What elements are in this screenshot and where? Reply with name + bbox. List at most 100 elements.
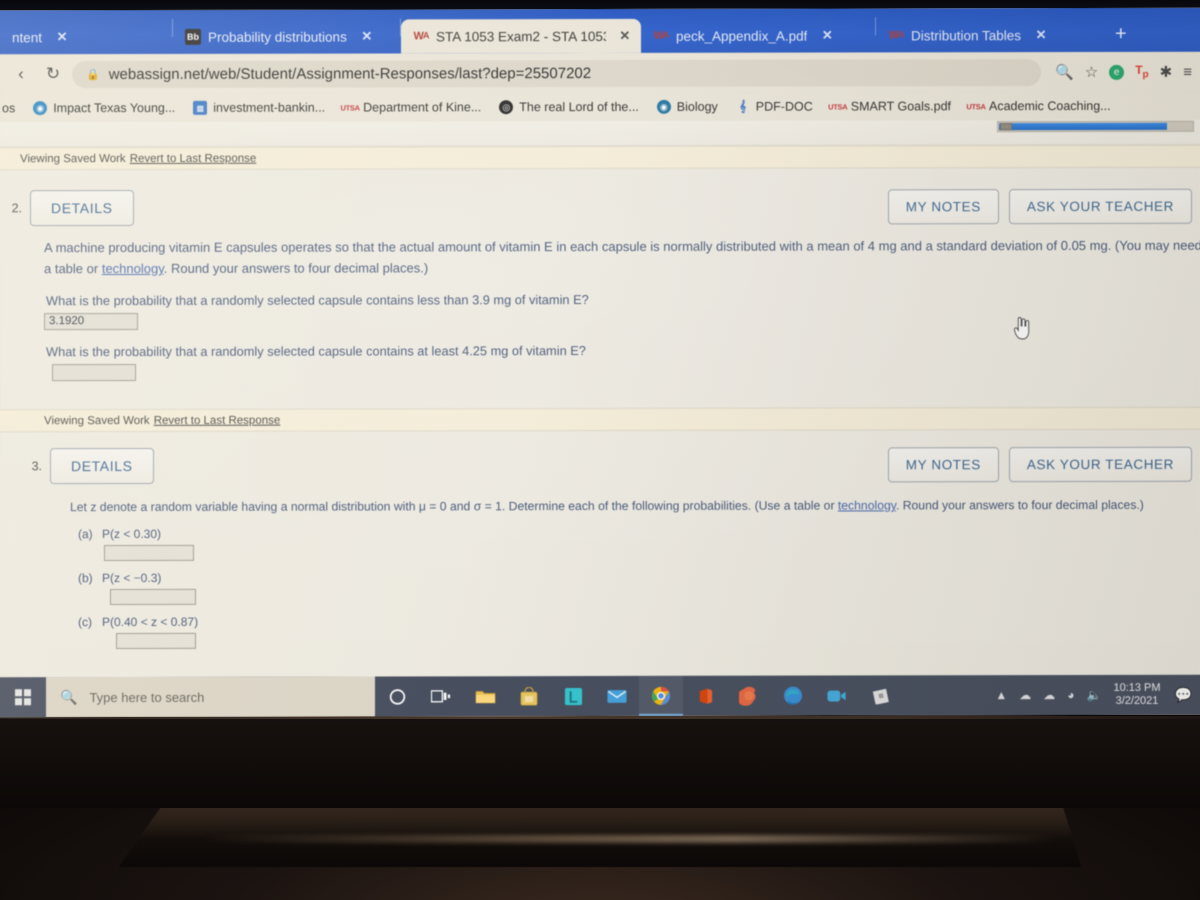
address-bar[interactable]: 🔒 webassign.net/web/Student/Assignment-R… <box>72 58 1042 88</box>
chrome-icon[interactable] <box>639 675 683 716</box>
bookmark-item-2[interactable]: ▩ investment-bankin... <box>184 101 334 115</box>
office-icon[interactable] <box>683 676 727 716</box>
search-input[interactable]: 🔍 Type here to search <box>46 676 375 718</box>
question-3-body: Let z denote a random variable having a … <box>0 482 1200 650</box>
answer-input-3b[interactable] <box>110 589 196 606</box>
browser-tab-2-active[interactable]: WA STA 1053 Exam2 - STA 1053.00 ✕ <box>401 18 641 54</box>
tab-close-icon[interactable]: ✕ <box>55 29 69 45</box>
utsa-icon: UTSA <box>340 103 360 113</box>
wifi-icon[interactable]: ◕ <box>1067 688 1074 702</box>
back-button[interactable]: ‹ <box>8 64 34 84</box>
prompt-post: . Round your answers to four decimal pla… <box>163 260 429 277</box>
firefox-icon[interactable] <box>727 676 771 716</box>
webassign-page: Viewing Saved Work Revert to Last Respon… <box>0 119 1200 705</box>
browser-tab-3[interactable]: WA peck_Appendix_A.pdf ✕ <box>641 18 875 52</box>
start-button[interactable] <box>0 677 46 717</box>
progress-grip[interactable] <box>1000 123 1012 131</box>
details-button[interactable]: DETAILS <box>30 189 134 227</box>
revert-link[interactable]: Revert to Last Response <box>130 152 257 164</box>
reload-button[interactable]: ↻ <box>40 64 66 84</box>
taskbar-clock[interactable]: 10:13 PM 3/2/2021 <box>1113 681 1160 708</box>
webassign-icon: WA <box>413 29 429 42</box>
new-tab-button[interactable]: + <box>1103 23 1139 52</box>
zoom-icon[interactable] <box>815 675 859 715</box>
revert-link[interactable]: Revert to Last Response <box>154 414 281 426</box>
details-button[interactable]: DETAILS <box>50 448 154 485</box>
my-notes-button[interactable]: MY NOTES <box>887 446 999 483</box>
bookmark-item-5[interactable]: ◉ Biology <box>648 100 727 114</box>
ask-your-teacher-button[interactable]: ASK YOUR TEACHER <box>1008 188 1192 224</box>
edge-icon[interactable] <box>771 676 815 716</box>
volume-icon[interactable]: 🔈 <box>1087 688 1102 702</box>
bookmark-item-8[interactable]: UTSA Academic Coaching... <box>960 99 1120 113</box>
bookmark-item-3[interactable]: UTSA Department of Kine... <box>334 100 490 114</box>
bookmark-item-0[interactable]: os <box>0 101 24 115</box>
cortana-icon[interactable] <box>375 676 419 716</box>
question-3-prompt: Let z denote a random variable having a … <box>0 496 1200 517</box>
extensions-puzzle-icon[interactable]: ✱ <box>1160 63 1173 81</box>
utsa-icon: UTSA <box>966 101 986 111</box>
toolbar-actions: 🔍 ☆ e Tp ✱ ≡ <box>1047 63 1192 81</box>
part-expression: P(0.40 < z < 0.87) <box>102 615 199 630</box>
system-tray: ▲ ☁ ☁ ◕ 🔈 10:13 PM 3/2/2021 💬 <box>995 681 1200 708</box>
saved-work-strip-top: Viewing Saved Work Revert to Last Respon… <box>0 144 1200 171</box>
page-progress-bar[interactable] <box>997 120 1194 133</box>
question-2: 2. DETAILS MY NOTES ASK YOUR TEACHER A m… <box>0 168 1200 433</box>
tab-title: ntent <box>12 29 43 45</box>
onedrive-sync-icon[interactable]: ☁ <box>1019 688 1031 702</box>
technology-link[interactable]: technology <box>102 261 164 276</box>
tab-close-icon[interactable]: ✕ <box>820 28 834 44</box>
bookmark-label: investment-bankin... <box>213 100 326 115</box>
question-3: 3. DETAILS MY NOTES ASK YOUR TEACHER Let… <box>0 430 1200 650</box>
roblox-icon[interactable] <box>859 675 903 715</box>
extension-grammarly-icon[interactable]: Tp <box>1135 63 1148 80</box>
question-2-header: 2. DETAILS MY NOTES ASK YOUR TEACHER <box>0 188 1200 227</box>
answer-input-3c[interactable] <box>116 633 196 650</box>
part-label: (a) <box>78 527 93 542</box>
ask-your-teacher-button[interactable]: ASK YOUR TEACHER <box>1008 446 1192 482</box>
task-view-icon[interactable] <box>419 676 463 716</box>
monitor-bezel-bottom <box>0 716 1200 808</box>
bookmark-item-4[interactable]: ◎ The real Lord of the... <box>490 99 648 115</box>
screen: ntent ✕ Bb Probability distributions ✕ W… <box>0 7 1200 718</box>
search-placeholder: Type here to search <box>89 689 205 705</box>
chrome-menu-icon[interactable]: ≡ <box>1183 63 1192 80</box>
browser-tab-4[interactable]: WA Distribution Tables ✕ <box>876 18 1103 52</box>
tab-title: Distribution Tables <box>911 27 1022 43</box>
question-number: 2. <box>11 201 22 216</box>
question-2-body: A machine producing vitamin E capsules o… <box>0 224 1200 382</box>
part-label: (c) <box>78 615 92 630</box>
bookmark-label: Impact Texas Young... <box>53 100 176 116</box>
bookmark-item-6[interactable]: 𝄞 PDF-DOC <box>727 100 822 114</box>
clock-date: 3/2/2021 <box>1115 694 1159 707</box>
technology-link[interactable]: technology <box>838 499 896 513</box>
webassign-icon: WA <box>888 28 904 41</box>
zoom-out-icon[interactable]: 🔍 <box>1055 63 1074 81</box>
browser-tab-1[interactable]: Bb Probability distributions ✕ <box>173 19 400 53</box>
chevron-up-icon[interactable]: ▲ <box>995 688 1007 702</box>
answer-input-2a[interactable] <box>44 313 138 331</box>
tab-close-icon[interactable]: ✕ <box>360 28 374 44</box>
my-notes-button[interactable]: MY NOTES <box>887 188 999 224</box>
bookmark-item-1[interactable]: ◉ Impact Texas Young... <box>24 100 184 116</box>
windows-logo-icon <box>15 689 31 706</box>
cloud-icon[interactable]: ☁ <box>1043 688 1055 702</box>
tab-close-icon[interactable]: ✕ <box>619 28 631 44</box>
tab-close-icon[interactable]: ✕ <box>1034 27 1048 43</box>
mail-icon[interactable] <box>595 676 639 716</box>
browser-tab-0[interactable]: ntent ✕ <box>0 20 172 54</box>
bookmark-label: Academic Coaching... <box>989 98 1111 114</box>
question-2-actions: MY NOTES ASK YOUR TEACHER <box>887 188 1194 224</box>
tab-title: peck_Appendix_A.pdf <box>676 28 808 44</box>
bookmark-star-icon[interactable]: ☆ <box>1085 63 1098 81</box>
extension-green-icon[interactable]: e <box>1109 64 1125 80</box>
bookmark-label: The real Lord of the... <box>519 99 639 115</box>
taskbar-left: 🔍 Type here to search <box>0 676 375 718</box>
learn-app-icon[interactable] <box>551 676 595 716</box>
microsoft-store-icon[interactable] <box>507 676 551 716</box>
bookmark-item-7[interactable]: UTSA SMART Goals.pdf <box>822 99 960 113</box>
answer-input-2b[interactable] <box>52 364 136 382</box>
file-explorer-icon[interactable] <box>463 676 507 716</box>
action-center-icon[interactable]: 💬 <box>1173 686 1192 703</box>
answer-input-3a[interactable] <box>104 545 194 562</box>
